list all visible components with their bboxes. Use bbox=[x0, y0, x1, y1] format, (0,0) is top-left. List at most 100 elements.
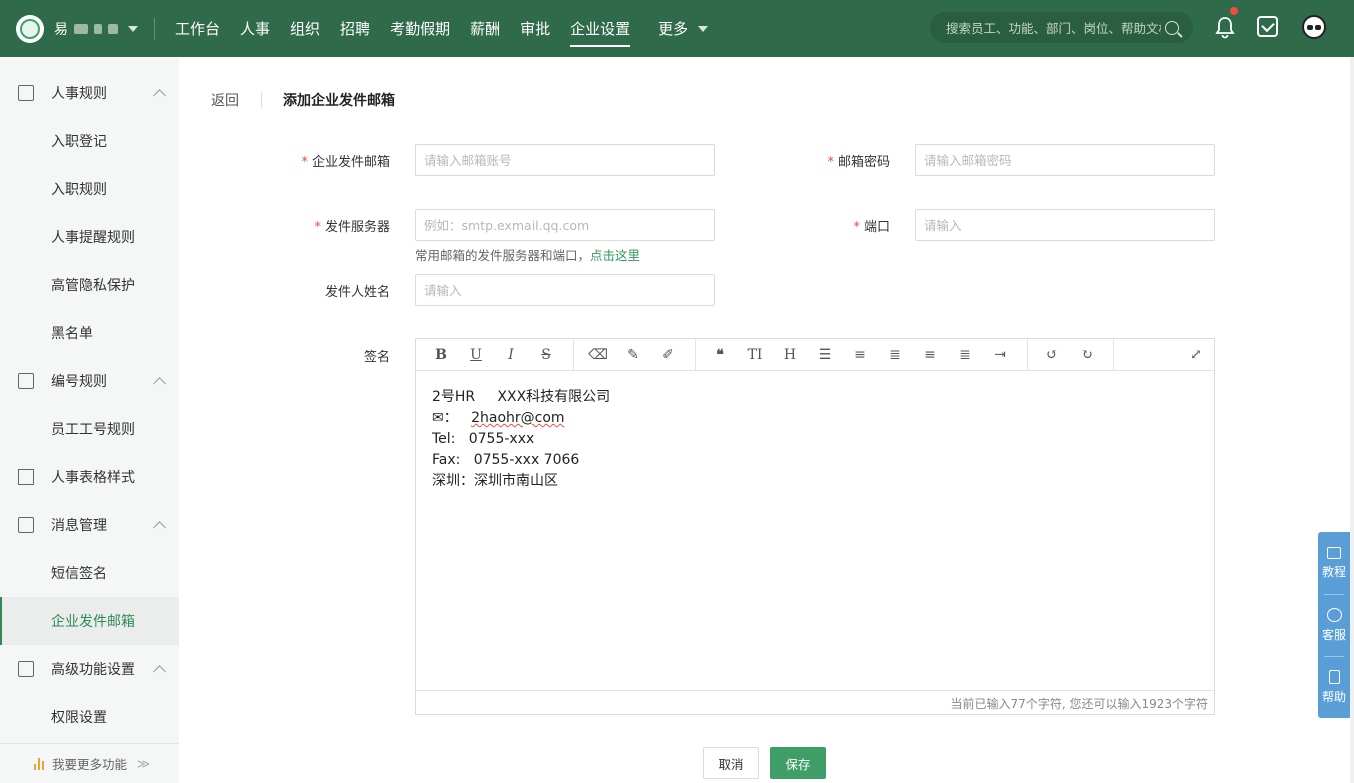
quote-icon[interactable]: ❝ bbox=[705, 339, 735, 371]
italic-icon[interactable]: I bbox=[496, 339, 526, 371]
sidebar-item-blacklist[interactable]: 黑名单 bbox=[0, 309, 179, 357]
table-icon bbox=[18, 469, 34, 485]
cancel-button[interactable]: 取消 bbox=[703, 747, 759, 779]
search-icon bbox=[1165, 20, 1179, 35]
bold-icon[interactable]: B bbox=[426, 339, 456, 371]
page-scrollbar[interactable] bbox=[1350, 57, 1354, 783]
server-label: * 发件服务器 bbox=[314, 220, 390, 235]
sidebar-group-hr-rules[interactable]: 人事规则 bbox=[0, 69, 179, 117]
server-hint-text: 常用邮箱的发件服务器和端口， bbox=[415, 248, 591, 263]
hr-rules-icon bbox=[18, 85, 34, 101]
redo-icon[interactable]: ↻ bbox=[1072, 339, 1102, 371]
chevron-up-icon bbox=[153, 521, 166, 534]
sidebar-item-hr-reminder-rules[interactable]: 人事提醒规则 bbox=[0, 213, 179, 261]
search-placeholder: 搜索员工、功能、部门、岗位、帮助文档 bbox=[946, 21, 1161, 36]
align-right-icon[interactable]: ≣ bbox=[950, 339, 980, 371]
sidebar: 人事规则 入职登记 入职规则 人事提醒规则 高管隐私保护 黑名单 编号规则 员工… bbox=[0, 57, 179, 783]
email-field[interactable] bbox=[415, 144, 715, 176]
fullscreen-icon[interactable]: ⤢ bbox=[1181, 339, 1211, 371]
sidebar-item-sms-signature[interactable]: 短信签名 bbox=[0, 549, 179, 597]
bar-chart-icon bbox=[34, 757, 44, 770]
font-size-icon[interactable]: TI bbox=[740, 339, 770, 371]
nav-recruit[interactable]: 招聘 bbox=[330, 0, 380, 57]
chevron-up-icon bbox=[153, 89, 166, 102]
nav-approval[interactable]: 审批 bbox=[510, 0, 560, 57]
signature-line-4: Fax: 0755-xxx 7066 bbox=[432, 452, 580, 468]
align-center-icon[interactable]: ≡ bbox=[915, 339, 945, 371]
chat-bubble-icon bbox=[1326, 607, 1342, 622]
page-title: 添加企业发件邮箱 bbox=[283, 93, 395, 109]
message-icon bbox=[18, 517, 34, 533]
more-features-label: 我要更多功能 bbox=[52, 757, 128, 772]
sliders-icon bbox=[18, 661, 34, 677]
sidebar-group-message-management[interactable]: 消息管理 bbox=[0, 501, 179, 549]
smtp-server-field[interactable] bbox=[415, 209, 715, 241]
server-hint: 常用邮箱的发件服务器和端口，点击这里 bbox=[415, 245, 640, 264]
sidebar-group-label: 消息管理 bbox=[51, 518, 107, 534]
more-features-link[interactable]: 我要更多功能 ≫ bbox=[0, 743, 179, 783]
global-search[interactable]: 搜索员工、功能、部门、岗位、帮助文档 bbox=[930, 12, 1193, 43]
sidebar-item-onboarding-registration[interactable]: 入职登记 bbox=[0, 117, 179, 165]
help-button[interactable]: 帮助 bbox=[1318, 656, 1350, 718]
undo-icon[interactable]: ↺ bbox=[1037, 339, 1067, 371]
port-field[interactable] bbox=[915, 209, 1215, 241]
customer-service-button[interactable]: 客服 bbox=[1318, 594, 1350, 656]
server-help-link[interactable]: 点击这里 bbox=[590, 248, 640, 263]
company-name-blurred-2 bbox=[94, 23, 102, 34]
toolbar-divider bbox=[695, 339, 696, 371]
sidebar-item-onboarding-rules[interactable]: 入职规则 bbox=[0, 165, 179, 213]
nav-company-settings[interactable]: 企业设置 bbox=[560, 0, 640, 57]
editor-content[interactable]: 2号HR XXX科技有限公司 ✉： 2haohr@com Tel: 0755-x… bbox=[432, 387, 610, 492]
back-link[interactable]: 返回 bbox=[211, 90, 239, 110]
company-name-blurred bbox=[74, 23, 88, 34]
customer-service-label: 客服 bbox=[1321, 627, 1346, 642]
bell-icon[interactable] bbox=[1214, 7, 1238, 39]
save-button[interactable]: 保存 bbox=[770, 747, 826, 779]
nav-more[interactable]: 更多 bbox=[648, 0, 718, 57]
nav-hr[interactable]: 人事 bbox=[230, 0, 280, 57]
video-card-icon bbox=[1327, 546, 1341, 559]
breadcrumb: 返回 添加企业发件邮箱 bbox=[211, 90, 395, 110]
sidebar-group-label: 编号规则 bbox=[51, 374, 107, 390]
approval-check-icon[interactable] bbox=[1257, 16, 1278, 37]
sidebar-item-executive-privacy[interactable]: 高管隐私保护 bbox=[0, 261, 179, 309]
company-name-blurred-3 bbox=[108, 23, 118, 34]
password-field[interactable] bbox=[915, 144, 1215, 176]
company-logo-icon[interactable] bbox=[16, 14, 44, 43]
divider bbox=[154, 17, 155, 40]
signature-line-3: Tel: 0755-xxx bbox=[432, 431, 535, 447]
heading-icon[interactable]: H bbox=[775, 339, 805, 371]
avatar[interactable] bbox=[1302, 15, 1326, 39]
sidebar-item-company-mailbox[interactable]: 企业发件邮箱 bbox=[0, 597, 179, 645]
pencil-icon[interactable]: ✎ bbox=[618, 339, 648, 371]
toolbar-divider bbox=[573, 339, 574, 371]
tutorial-button[interactable]: 教程 bbox=[1318, 532, 1350, 594]
underline-icon[interactable]: U bbox=[461, 339, 491, 371]
notification-dot bbox=[1230, 7, 1238, 15]
eraser-icon[interactable]: ⌫ bbox=[583, 339, 613, 371]
company-switcher[interactable]: 易 bbox=[54, 19, 138, 39]
chevron-down-icon bbox=[128, 25, 138, 32]
sidebar-group-numbering-rules[interactable]: 编号规则 bbox=[0, 357, 179, 405]
nav-salary[interactable]: 薪酬 bbox=[460, 0, 510, 57]
email-label: * 企业发件邮箱 bbox=[301, 155, 390, 170]
sidebar-group-advanced-settings[interactable]: 高级功能设置 bbox=[0, 645, 179, 693]
bulleted-list-icon[interactable]: ☰ bbox=[810, 339, 840, 371]
sender-name-field[interactable] bbox=[415, 274, 715, 306]
nav-attendance[interactable]: 考勤假期 bbox=[380, 0, 460, 57]
indent-icon[interactable]: ⇥ bbox=[985, 339, 1015, 371]
sidebar-item-permission-settings[interactable]: 权限设置 bbox=[0, 693, 179, 741]
chevron-up-icon bbox=[153, 377, 166, 390]
nav-more-label: 更多 bbox=[658, 20, 689, 38]
signature-line-2: ✉： 2haohr@com bbox=[432, 410, 565, 426]
sidebar-item-label: 人事表格样式 bbox=[51, 470, 135, 486]
sidebar-group-label: 人事规则 bbox=[51, 86, 107, 102]
strikethrough-icon[interactable]: S bbox=[531, 339, 561, 371]
sidebar-item-employee-id-rules[interactable]: 员工工号规则 bbox=[0, 405, 179, 453]
sidebar-item-hr-table-style[interactable]: 人事表格样式 bbox=[0, 453, 179, 501]
numbered-list-icon[interactable]: ≡ bbox=[845, 339, 875, 371]
paint-brush-icon[interactable]: ✐ bbox=[653, 339, 683, 371]
align-left-icon[interactable]: ≣ bbox=[880, 339, 910, 371]
nav-org[interactable]: 组织 bbox=[280, 0, 330, 57]
nav-workbench[interactable]: 工作台 bbox=[165, 0, 230, 57]
